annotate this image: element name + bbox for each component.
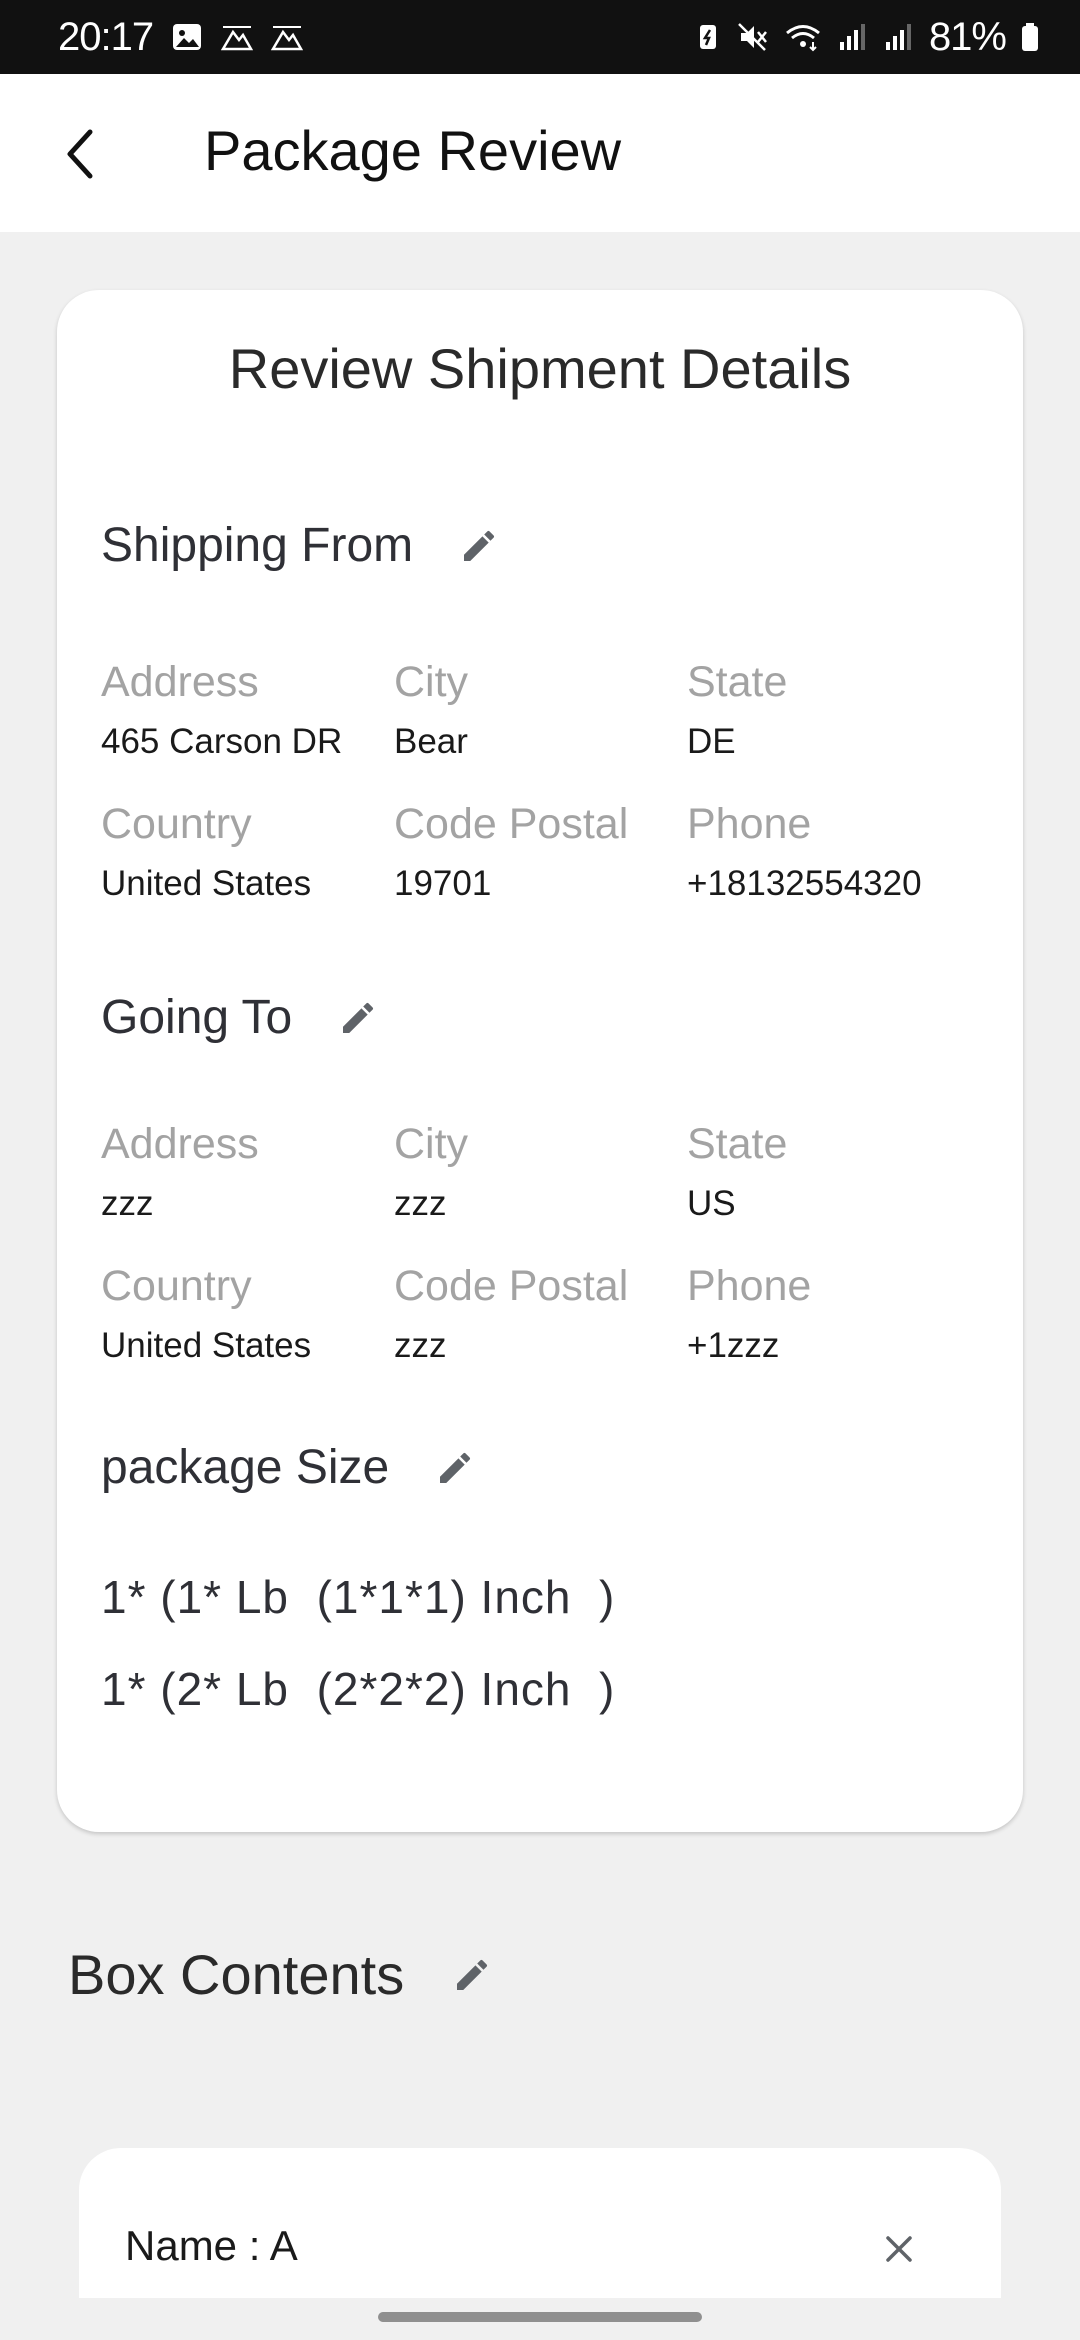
to-state-value: US [687, 1184, 736, 1223]
page-title: Package Review [204, 119, 622, 182]
battery-percent: 81% [928, 14, 1007, 59]
status-left: 20:17 [58, 14, 304, 60]
mute-icon [738, 23, 767, 51]
going-to-header: Going To [101, 990, 378, 1045]
review-card: Review Shipment Details Shipping From Ad… [57, 290, 1023, 1832]
from-phone-value: +18132554320 [687, 864, 922, 903]
from-city-label: City [394, 658, 469, 706]
edit-shipping-from-button[interactable] [459, 526, 499, 566]
from-postal-label: Code Postal [394, 800, 629, 848]
from-postal-value: 19701 [394, 864, 492, 903]
to-address-value: zzz [101, 1184, 154, 1223]
pencil-icon [457, 1959, 488, 1990]
from-address-value: 465 Carson DR [101, 722, 343, 761]
package-size-heading: package Size [101, 1441, 390, 1494]
to-city-label: City [394, 1120, 469, 1168]
to-city-value: zzz [394, 1184, 447, 1223]
status-bar: 20:17 81% [0, 0, 1080, 74]
close-icon [886, 2236, 912, 2262]
app-bar: Package Review [0, 74, 1080, 232]
from-country-value: United States [101, 864, 312, 903]
from-country-label: Country [101, 800, 252, 848]
package-size-line: 1* (1* Lb (1*1*1) Inch ) [101, 1571, 616, 1623]
to-state-label: State [687, 1120, 788, 1168]
from-city-value: Bear [394, 722, 468, 761]
shipping-from-header: Shipping From [101, 518, 499, 573]
to-postal-label: Code Postal [394, 1262, 629, 1310]
status-time: 20:17 [58, 14, 154, 59]
package-size-line: 1* (2* Lb (2*2*2) Inch ) [101, 1663, 616, 1715]
pencil-icon [343, 1002, 374, 1033]
edit-box-contents-button[interactable] [452, 1955, 492, 1995]
card-title: Review Shipment Details [228, 337, 852, 400]
signal-icon [885, 24, 911, 50]
package-size-header: package Size [101, 1440, 475, 1495]
to-country-label: Country [101, 1262, 252, 1310]
mountain-icon [221, 26, 254, 51]
from-state-label: State [687, 658, 788, 706]
box-item-name: Name : A [125, 2222, 298, 2269]
to-phone-label: Phone [687, 1262, 812, 1310]
home-indicator[interactable] [378, 2312, 702, 2322]
shipping-from-heading: Shipping From [101, 519, 414, 572]
pencil-icon [440, 1452, 471, 1483]
edit-package-size-button[interactable] [435, 1448, 475, 1488]
box-contents-header: Box Contents [68, 1942, 492, 2007]
edit-going-to-button[interactable] [338, 998, 378, 1038]
from-state-value: DE [687, 722, 736, 761]
gallery-icon [173, 24, 202, 50]
pencil-icon [464, 530, 495, 561]
going-to-heading: Going To [101, 991, 293, 1044]
battery-saver-icon [699, 25, 716, 49]
wifi-icon [785, 25, 820, 52]
to-country-value: United States [101, 1326, 312, 1365]
signal-icon [839, 24, 865, 50]
from-address-label: Address [101, 658, 259, 706]
mountain-icon [271, 26, 304, 51]
status-right: 81% [691, 15, 1040, 60]
remove-item-button[interactable] [876, 2226, 922, 2272]
to-phone-value: +1zzz [687, 1326, 780, 1365]
box-contents-heading: Box Contents [68, 1943, 405, 2006]
battery-icon [1022, 23, 1038, 51]
to-postal-value: zzz [394, 1326, 447, 1365]
back-button[interactable] [50, 124, 110, 184]
to-address-label: Address [101, 1120, 259, 1168]
back-arrow-icon [67, 129, 93, 179]
from-phone-label: Phone [687, 800, 812, 848]
